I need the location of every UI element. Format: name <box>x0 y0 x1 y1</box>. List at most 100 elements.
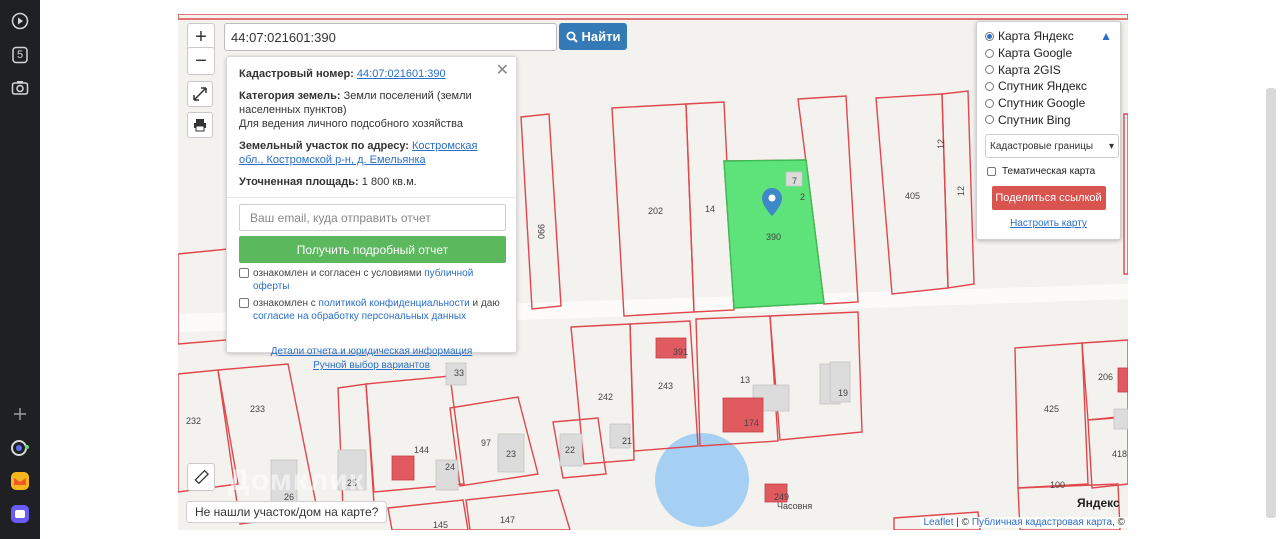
ruler-button[interactable] <box>187 463 215 491</box>
svg-text:24: 24 <box>445 462 455 472</box>
land-usage-value: Для ведения личного подсобного хозяйства <box>239 118 463 130</box>
consent1-text: ознакомлен и согласен с условиями <box>253 268 422 279</box>
svg-text:174: 174 <box>744 418 759 428</box>
messenger-icon[interactable] <box>9 503 31 525</box>
consent2-mid-text: и даю <box>472 298 500 309</box>
cadastral-number-label: Кадастровый номер: <box>239 68 354 80</box>
land-category-label: Категория земель: <box>239 90 341 102</box>
chevron-down-icon: ▾ <box>1108 140 1114 152</box>
address-label: Земельный участок по адресу: <box>239 140 409 152</box>
ruler-icon <box>194 469 209 485</box>
manual-selection-link[interactable]: Ручной выбор вариантов <box>239 359 504 373</box>
search-button[interactable]: Найти <box>559 23 627 50</box>
layer-option[interactable]: Карта Яндекс <box>985 28 1112 45</box>
printer-icon <box>194 119 206 132</box>
search-input[interactable] <box>224 23 557 51</box>
consent2-text: ознакомлен с <box>253 298 316 309</box>
mail-icon[interactable] <box>9 470 31 492</box>
svg-text:425: 425 <box>1044 404 1059 414</box>
svg-text:243: 243 <box>658 381 673 391</box>
checkbox-box[interactable] <box>239 298 249 308</box>
svg-text:144: 144 <box>414 445 429 455</box>
address-row: Земельный участок по адресу: Костромская… <box>239 139 504 167</box>
layer-option-label: Карта Google <box>998 46 1073 61</box>
svg-text:12: 12 <box>936 139 946 149</box>
svg-text:405: 405 <box>905 191 920 201</box>
cadastral-layer-select[interactable]: Кадастровые границы ▾ <box>985 134 1119 159</box>
assistant-icon[interactable] <box>9 437 31 459</box>
svg-text:145: 145 <box>433 520 448 530</box>
radio-icon[interactable] <box>985 81 994 91</box>
layer-option[interactable]: Спутник Google <box>985 95 1112 112</box>
radio-icon[interactable] <box>985 65 994 75</box>
email-field[interactable]: Ваш email, куда отправить отчет <box>239 204 506 231</box>
cadastral-layer-value: Кадастровые границы <box>990 140 1094 152</box>
attribution-suffix: , © <box>1112 517 1125 528</box>
layer-option[interactable]: Карта 2GIS <box>985 61 1112 78</box>
report-details-link[interactable]: Детали отчета и юридическая информация <box>239 345 504 359</box>
close-icon[interactable]: ✕ <box>496 60 509 80</box>
fullscreen-button[interactable] <box>187 81 213 107</box>
cadastral-number-link[interactable]: 44:07:021601:390 <box>357 68 446 80</box>
zoom-out-button[interactable]: − <box>187 47 215 75</box>
expand-icon <box>193 87 207 101</box>
base-layer-options: Карта Яндекс Карта Google Карта 2GIS Спутни… <box>985 28 1112 128</box>
svg-text:14: 14 <box>705 204 715 214</box>
layer-option[interactable]: Спутник Яндекс <box>985 78 1112 95</box>
area-row: Уточненная площадь: 1 800 кв.м. <box>239 175 504 189</box>
camera-icon[interactable] <box>9 77 31 99</box>
layer-option[interactable]: Карта Google <box>985 45 1112 62</box>
play-icon[interactable] <box>9 10 31 32</box>
svg-text:22: 22 <box>565 445 575 455</box>
counter-icon[interactable]: 5 <box>9 44 31 66</box>
browser-sidebar: 5 <box>0 0 40 539</box>
share-link-button[interactable]: Поделиться ссылкой <box>991 186 1106 211</box>
radio-icon[interactable] <box>985 48 994 58</box>
checkbox-box[interactable] <box>239 268 249 278</box>
privacy-consent-checkbox[interactable]: ознакомлен с политикой конфиденциальност… <box>239 297 504 323</box>
radio-icon[interactable] <box>985 98 994 108</box>
leaflet-link[interactable]: Leaflet <box>923 517 953 528</box>
checkbox-box[interactable] <box>987 167 996 177</box>
layer-option[interactable]: Спутник Bing <box>985 111 1112 128</box>
layer-option-label: Спутник Google <box>998 96 1086 111</box>
offer-consent-checkbox[interactable]: ознакомлен и согласен с условиями публич… <box>239 267 504 293</box>
yandex-logo: Яндекс <box>1077 496 1120 510</box>
svg-text:13: 13 <box>740 375 750 385</box>
svg-text:391: 391 <box>673 347 688 357</box>
svg-text:2: 2 <box>800 192 805 202</box>
not-found-button[interactable]: Не нашли участок/дом на карте? <box>186 501 388 523</box>
svg-text:242: 242 <box>598 392 613 402</box>
svg-text:23: 23 <box>506 449 516 459</box>
chevron-up-icon[interactable]: ▲ <box>1100 29 1112 43</box>
svg-text:418: 418 <box>1112 449 1127 459</box>
search-icon <box>566 31 578 43</box>
svg-text:990: 990 <box>536 224 546 239</box>
attribution-separator: | © <box>956 517 970 528</box>
svg-text:206: 206 <box>1098 372 1113 382</box>
counter-label: 5 <box>16 49 24 61</box>
radio-icon[interactable] <box>985 115 994 125</box>
privacy-policy-link[interactable]: политикой конфиденциальности <box>319 298 470 309</box>
svg-text:21: 21 <box>622 436 632 446</box>
thematic-map-checkbox[interactable]: Тематическая карта <box>985 166 1112 177</box>
setup-map-link[interactable]: Настроить карту <box>985 218 1112 229</box>
layer-option-label: Карта Яндекс <box>998 29 1074 44</box>
land-category-row: Категория земель: Земли поселений (земли… <box>239 89 504 131</box>
personal-data-link[interactable]: согласие на обработку персональных данны… <box>253 311 466 322</box>
map-attribution: Leaflet | © Публичная кадастровая карта,… <box>920 517 1128 528</box>
get-report-button[interactable]: Получить подробный отчет <box>239 236 506 263</box>
parcel-info-popup: ✕ Кадастровый номер: 44:07:021601:390 Ка… <box>226 56 517 371</box>
radio-icon[interactable] <box>985 31 994 41</box>
add-icon[interactable] <box>9 403 31 425</box>
area-value: 1 800 кв.м. <box>361 176 417 188</box>
svg-text:390: 390 <box>766 232 781 242</box>
page-scrollbar[interactable] <box>1266 88 1276 518</box>
layer-option-label: Карта 2GIS <box>998 62 1061 77</box>
watermark: Домклик <box>228 464 365 497</box>
layer-option-label: Спутник Bing <box>998 112 1071 127</box>
print-button[interactable] <box>187 112 213 138</box>
svg-text:147: 147 <box>500 515 515 525</box>
cadastral-map[interactable]: 202 14 2 405 12 12 990 7 390 33 391 242 … <box>178 14 1128 530</box>
cadastral-map-link[interactable]: Публичная кадастровая карта <box>972 517 1112 528</box>
